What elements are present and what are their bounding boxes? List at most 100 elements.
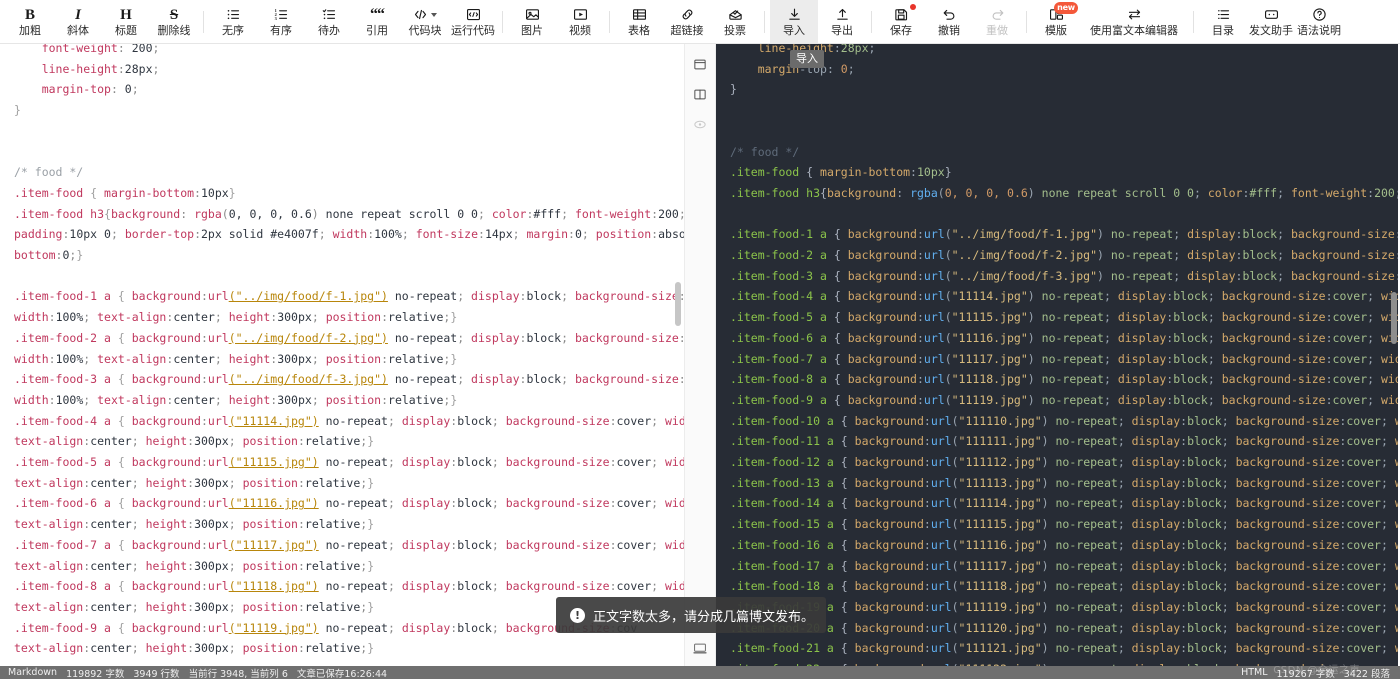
toolbar-button-ordered-list[interactable]: 1 2 3 有序 <box>257 0 305 43</box>
code-token: .item-food-9 a <box>14 620 111 635</box>
toolbar-button-todo-list[interactable]: 待办 <box>305 0 353 43</box>
code-token: .item-food-3 a <box>730 268 827 283</box>
toolbar-button-run-code[interactable]: 运行代码 <box>449 0 497 43</box>
toolbar-button-switch-rich-text-editor[interactable]: 使用富文本编辑器 <box>1080 0 1188 43</box>
code-line: .item-food-20 a { background:url("111120… <box>730 618 1398 639</box>
code-token: ; <box>1221 475 1236 490</box>
code-token: ; <box>1117 517 1132 532</box>
view-preview-icon[interactable] <box>691 116 709 132</box>
code-token: .item-food-4 a <box>14 413 111 428</box>
toolbar-button-toc[interactable]: 目录 <box>1199 0 1247 43</box>
code-token: background <box>847 310 917 325</box>
heading-icon: H <box>120 6 132 23</box>
code-token: "111116.jpg" <box>958 537 1042 552</box>
toolbar-button-video[interactable]: 视频 <box>556 0 604 43</box>
status-cursor-position: 当前行 3948, 当前列 6 <box>188 668 288 679</box>
code-token: no-repeat <box>1055 558 1118 573</box>
code-token: url <box>207 620 229 635</box>
code-token: block <box>1173 392 1208 407</box>
code-token: url <box>207 372 229 387</box>
code-token: 0 <box>124 82 132 97</box>
code-token: ; <box>457 372 472 387</box>
code-token: : <box>117 44 132 55</box>
toolbar-button-syntax-help[interactable]: 语法说明 <box>1295 0 1343 43</box>
code-line: .item-food-21 a { background:url("111121… <box>730 638 1398 659</box>
code-token: background <box>131 620 201 635</box>
toolbar-button-code-block[interactable]: 代码块 <box>401 0 449 43</box>
code-token: .item-food-5 a <box>14 455 111 470</box>
toolbar-button-vote[interactable]: 投票 <box>711 0 759 43</box>
right-pane-scrollbar-thumb[interactable] <box>1391 292 1397 344</box>
toolbar-button-image[interactable]: 图片 <box>508 0 556 43</box>
markdown-source-text[interactable]: font-weight: 200; line-height:28px; marg… <box>0 44 684 659</box>
toolbar-button-undo[interactable]: 撤销 <box>925 0 973 43</box>
code-line: .item-food { margin-bottom:10px} <box>14 183 684 204</box>
code-token: display <box>401 620 451 635</box>
code-token: ( <box>951 537 959 552</box>
toolbar-button-table[interactable]: 表格 <box>615 0 663 43</box>
toolbar-button-export[interactable]: 导出 <box>818 0 866 43</box>
code-token: text-align <box>97 310 167 325</box>
fullscreen-preview-icon[interactable] <box>692 642 710 656</box>
code-token: { <box>826 268 848 283</box>
toolbar-button-label: 投票 <box>724 24 746 37</box>
code-token: ; <box>1277 248 1291 263</box>
toolbar-button-italic[interactable]: I 斜体 <box>54 0 102 43</box>
code-token: url <box>923 310 945 325</box>
code-token: : <box>110 82 125 97</box>
assistant-icon <box>1264 6 1279 23</box>
toolbar-button-heading[interactable]: H 标题 <box>102 0 150 43</box>
markdown-source-pane[interactable]: font-weight: 200; line-height:28px; marg… <box>0 44 684 666</box>
code-token: cover <box>1332 392 1368 407</box>
code-token: url <box>930 496 952 511</box>
code-token: ; <box>311 392 326 407</box>
code-token: ("../img/food/f-3.jpg") <box>228 372 388 387</box>
code-token: ; <box>651 413 665 428</box>
code-token: : <box>609 579 617 594</box>
code-token: ; <box>1103 372 1118 387</box>
toolbar-button-quote[interactable]: ““ 引用 <box>353 0 401 43</box>
code-line: } <box>14 100 684 121</box>
left-pane-scrollbar-thumb[interactable] <box>675 282 681 326</box>
html-preview-text[interactable]: line-height:28px; margin-top: 0;} /* foo… <box>716 44 1398 666</box>
code-token: block <box>1187 579 1222 594</box>
right-pane-scrollbar[interactable] <box>1391 44 1397 666</box>
code-token: display <box>401 455 451 470</box>
status-left-group: Markdown 119892 字数 3949 行数 当前行 3948, 当前列… <box>0 666 387 679</box>
code-token: position <box>595 227 652 242</box>
code-token: : <box>923 537 931 552</box>
toolbar-button-save[interactable]: 保存 <box>877 0 925 43</box>
code-token: display <box>471 372 520 387</box>
ordered-list-icon: 123 <box>274 6 289 23</box>
code-token: block <box>1242 268 1278 283</box>
toolbar-button-bold[interactable]: B 加粗 <box>6 0 54 43</box>
toolbar-button-publish-assistant[interactable]: 发文助手 <box>1247 0 1295 43</box>
code-token: relative <box>304 434 361 449</box>
code-token: ; <box>1221 579 1236 594</box>
code-token: ; <box>1173 227 1188 242</box>
code-token: url <box>923 248 945 263</box>
status-line-count: 3949 行数 <box>133 668 180 679</box>
toolbar-button-hyperlink[interactable]: 超链接 <box>663 0 711 43</box>
toolbar-button-template[interactable]: 模版 new <box>1032 0 1080 43</box>
view-split-icon[interactable] <box>691 86 709 102</box>
code-token: text-align <box>14 641 84 656</box>
html-preview-pane[interactable]: line-height:28px; margin-top: 0;} /* foo… <box>716 44 1398 666</box>
left-pane-scrollbar[interactable] <box>675 44 681 666</box>
view-single-icon[interactable] <box>691 56 709 72</box>
code-token: background-size <box>574 330 679 345</box>
code-token: line-height <box>14 61 118 76</box>
code-token: block <box>1187 434 1222 449</box>
toolbar-button-strikethrough[interactable]: S 删除线 <box>150 0 198 43</box>
code-token: cover <box>1346 579 1381 594</box>
chevron-down-icon[interactable] <box>431 12 437 17</box>
toolbar-button-unordered-list[interactable]: 无序 <box>209 0 257 43</box>
code-token: /* food */ <box>730 144 800 159</box>
code-token: block <box>457 537 492 552</box>
toolbar-button-import[interactable]: 导入 <box>770 0 818 43</box>
code-token: display <box>1131 413 1181 428</box>
code-token: ) <box>1041 641 1056 656</box>
code-token: display <box>1117 289 1167 304</box>
code-token: margin-bottom <box>104 185 195 200</box>
